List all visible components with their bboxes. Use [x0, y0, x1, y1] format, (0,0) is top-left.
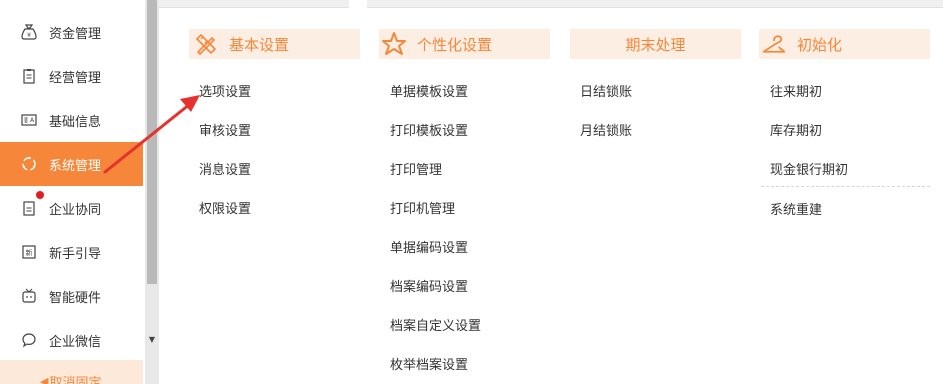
sidebar-item-wechat-work[interactable]: 企业微信: [0, 318, 143, 362]
column-header-basic-settings: 基本设置: [189, 29, 360, 59]
sidebar-item-funds[interactable]: ¥ 资金管理: [0, 10, 143, 54]
tv-device-icon: [20, 287, 38, 305]
document-icon: [20, 199, 38, 217]
id-card-icon: A: [20, 111, 38, 129]
sidebar-item-label: 企业微信: [49, 334, 102, 350]
svg-text:¥: ¥: [27, 32, 31, 39]
sidebar-item-label: 系统管理: [49, 158, 102, 174]
sidebar-item-label: 企业协同: [49, 202, 102, 218]
star-icon: [381, 31, 407, 57]
top-strip: [159, 0, 943, 8]
menu-divider: [761, 186, 930, 187]
sidebar-item-label: 资金管理: [49, 26, 102, 42]
sidebar-item-label: 智能硬件: [49, 290, 102, 306]
clipboard-icon: [20, 67, 38, 85]
menu-item-archive-numbering[interactable]: 档案编码设置: [390, 276, 468, 295]
menu-item-ar-ap-opening[interactable]: 往来期初: [770, 81, 822, 100]
svg-text:A: A: [30, 117, 35, 124]
sidebar-item-label: 经营管理: [49, 70, 102, 86]
sidebar: ¥ 资金管理 经营管理 A 基础信息 系统管理 企业协同 新 新手引导 智能硬件…: [0, 0, 145, 384]
menu-item-inventory-opening[interactable]: 库存期初: [770, 120, 822, 139]
menu-item-archive-custom[interactable]: 档案自定义设置: [390, 315, 481, 334]
menu-item-print-management[interactable]: 打印管理: [390, 159, 442, 178]
sidebar-item-label: 新手引导: [49, 246, 102, 262]
sidebar-item-guide[interactable]: 新 新手引导: [0, 230, 143, 274]
column-title: 基本设置: [229, 35, 290, 54]
sidebar-item-label: 基础信息: [49, 114, 102, 130]
refresh-cycle-icon: [20, 155, 38, 173]
column-title: 个性化设置: [417, 35, 493, 54]
scrollbar-thumb[interactable]: [147, 0, 157, 284]
menu-item-doc-numbering[interactable]: 单据编码设置: [390, 237, 468, 256]
column-header-initialization: 初始化: [759, 29, 930, 59]
scroll-down-arrow[interactable]: ▼: [146, 334, 158, 346]
sidebar-item-system[interactable]: 系统管理: [0, 142, 143, 186]
unpin-label: 取消固定: [49, 376, 102, 384]
menu-item-printer-management[interactable]: 打印机管理: [390, 198, 455, 217]
chat-bubble-icon: [20, 331, 38, 349]
menu-item-audit-settings[interactable]: 审核设置: [199, 120, 251, 139]
sidebar-item-operations[interactable]: 经营管理: [0, 54, 143, 98]
column-title: 初始化: [797, 35, 843, 54]
pencil-ruler-icon: [193, 31, 219, 57]
menu-item-print-template[interactable]: 打印模板设置: [390, 120, 468, 139]
menu-item-message-settings[interactable]: 消息设置: [199, 159, 251, 178]
menu-item-permission-settings[interactable]: 权限设置: [199, 198, 251, 217]
sidebar-item-collaboration[interactable]: 企业协同: [0, 186, 143, 230]
arrow-left-icon: ◀: [40, 375, 49, 384]
menu-item-doc-template[interactable]: 单据模板设置: [390, 81, 468, 100]
column-title: 期末处理: [625, 35, 686, 54]
menu-item-enum-archive[interactable]: 枚举档案设置: [390, 354, 468, 373]
menu-item-system-rebuild[interactable]: 系统重建: [770, 199, 822, 218]
sidebar-item-basic-info[interactable]: A 基础信息: [0, 98, 143, 142]
column-header-personalization: 个性化设置: [379, 29, 550, 59]
menu-item-option-settings[interactable]: 选项设置: [199, 81, 251, 100]
hanger-icon: [761, 31, 787, 57]
svg-text:新: 新: [26, 248, 33, 257]
menu-item-daily-lock[interactable]: 日结锁账: [580, 81, 632, 100]
notification-badge: [36, 191, 44, 199]
menu-item-monthly-lock[interactable]: 月结锁账: [580, 120, 632, 139]
money-bag-icon: ¥: [20, 23, 38, 41]
guide-icon: 新: [20, 243, 38, 261]
menu-item-cash-bank-opening[interactable]: 现金银行期初: [770, 159, 848, 178]
column-header-period-end: 期末处理: [570, 29, 741, 59]
unpin-button[interactable]: ◀ 取消固定: [40, 372, 101, 384]
sidebar-item-hardware[interactable]: 智能硬件: [0, 274, 143, 318]
